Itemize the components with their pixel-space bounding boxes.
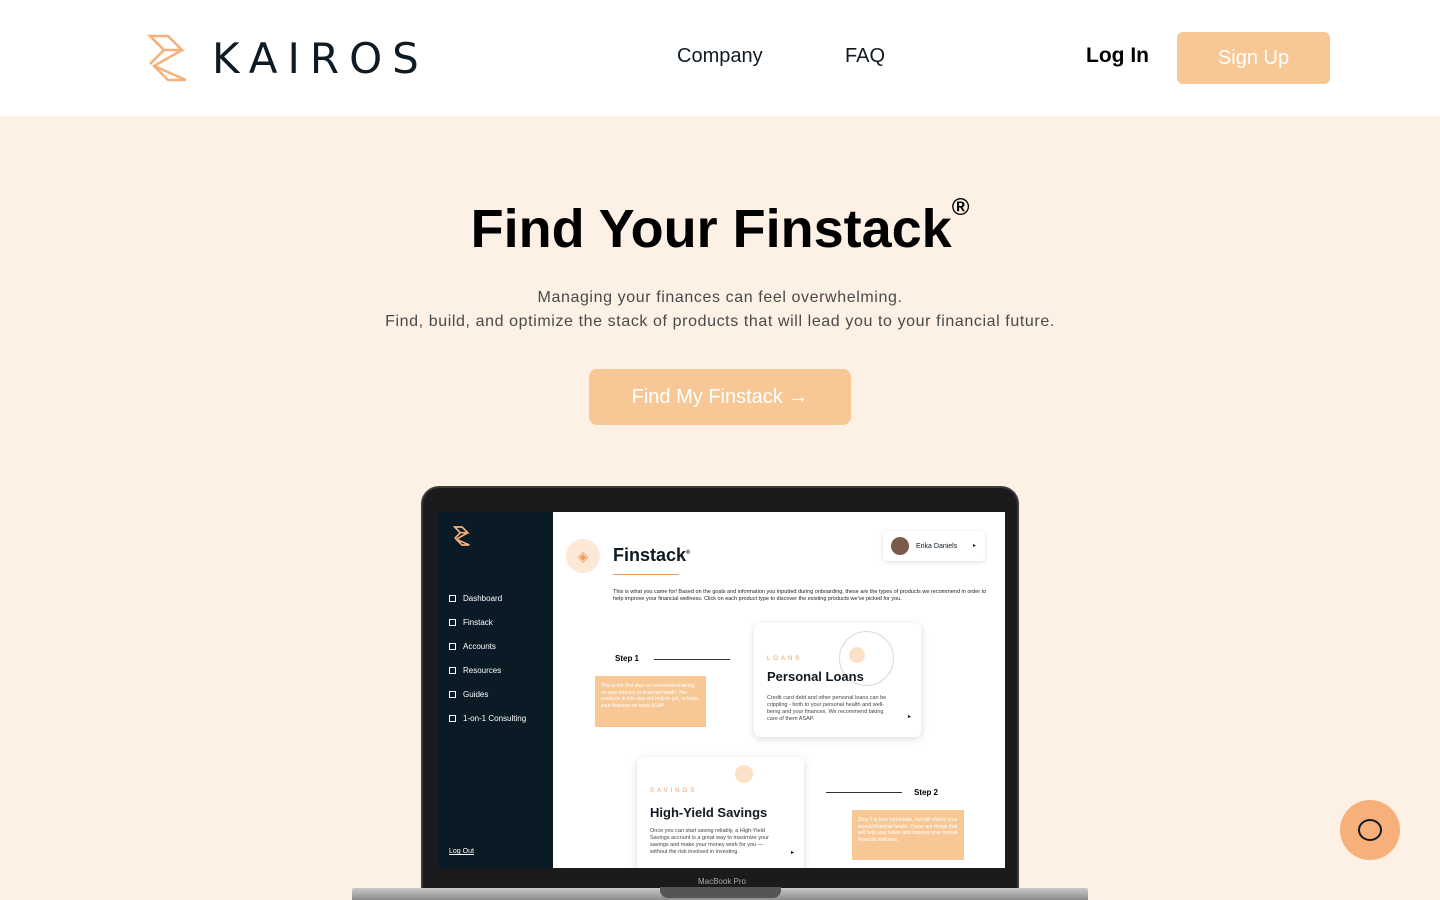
- user-menu: Erika Daniels ▸: [883, 531, 985, 561]
- caret-right-icon: ▸: [790, 850, 794, 856]
- kairos-logo[interactable]: KAIROS: [146, 32, 429, 84]
- book-icon: [449, 667, 456, 674]
- laptop-notch: [660, 887, 781, 898]
- sidebar-item-label: Resources: [463, 666, 502, 675]
- people-icon: [449, 715, 456, 722]
- card-category: LOANS: [767, 656, 803, 662]
- finstack-layers-icon: ◈: [566, 539, 600, 573]
- sidebar-item-label: Dashboard: [463, 594, 503, 603]
- sidebar-item-resources: Resources: [449, 666, 501, 675]
- device-label: MacBook Pro: [697, 877, 747, 886]
- card-body: Once you can start saving reliably, a Hi…: [650, 828, 769, 855]
- hero-subtitle-line2: Find, build, and optimize the stack of p…: [385, 313, 1055, 330]
- caret-right-icon: ▸: [907, 714, 911, 720]
- step1-line: [654, 659, 730, 660]
- sidebar-item-label: Guides: [463, 690, 489, 699]
- step2-line: [826, 792, 902, 793]
- card-title: High-Yield Savings: [650, 805, 768, 820]
- sidebar-item-dashboard: Dashboard: [449, 594, 502, 603]
- laptop-mockup: Dashboard Finstack Accounts Resources Gu…: [421, 486, 1019, 890]
- sidebar-item-label: 1-on-1 Consulting: [463, 714, 527, 723]
- sidebar-logo-icon: [452, 524, 471, 553]
- laptop-screen: Dashboard Finstack Accounts Resources Gu…: [438, 512, 1005, 868]
- app-main: ◈ Finstack® Erika Daniels ▸ This is what…: [553, 512, 1005, 868]
- user-name: Erika Daniels: [916, 542, 958, 550]
- step2-label: Step 2: [914, 788, 939, 797]
- step1-note: This is the first step we recommend taki…: [595, 676, 706, 727]
- coin-jar-illustration: [735, 765, 753, 783]
- signup-button[interactable]: Sign Up: [1177, 32, 1330, 84]
- avatar: [891, 537, 909, 555]
- site-header: KAIROS Company FAQ Log In Sign Up: [0, 0, 1440, 116]
- coin-illustration: [849, 647, 865, 663]
- find-my-finstack-button[interactable]: Find My Finstack →: [589, 369, 851, 425]
- step2-note: Step 2 is less immediate, but still vita…: [852, 810, 964, 860]
- map-icon: [449, 691, 456, 698]
- high-yield-savings-card: SAVINGS High-Yield Savings Once you can …: [637, 757, 804, 868]
- intro-text: This is what you came for! Based on the …: [613, 589, 987, 602]
- sidebar-item-finstack: Finstack: [449, 618, 493, 627]
- kairos-logo-icon: [146, 34, 187, 82]
- brand-name: KAIROS: [212, 33, 429, 83]
- title-underline: [613, 574, 679, 575]
- sidebar-item-guides: Guides: [449, 690, 488, 699]
- page-title: Finstack®: [613, 545, 690, 566]
- sidebar-item-consulting: 1-on-1 Consulting: [449, 714, 526, 723]
- card-category: SAVINGS: [650, 788, 698, 794]
- registered-mark: ®: [951, 194, 970, 221]
- accounts-icon: [449, 643, 456, 650]
- logout-link: Log Out: [449, 848, 474, 855]
- nav-faq-link[interactable]: FAQ: [845, 45, 885, 68]
- home-icon: [449, 595, 456, 602]
- card-title: Personal Loans: [767, 669, 864, 684]
- caret-right-icon: ▸: [972, 543, 976, 549]
- sidebar-item-accounts: Accounts: [449, 642, 496, 651]
- layers-icon: [449, 619, 456, 626]
- hero-title-text: Find Your Finstack: [470, 199, 952, 259]
- help-chat-button[interactable]: [1340, 800, 1400, 860]
- app-sidebar: Dashboard Finstack Accounts Resources Gu…: [438, 512, 553, 868]
- chat-bubble-icon: [1358, 819, 1382, 841]
- nav-company-link[interactable]: Company: [677, 45, 763, 68]
- step1-label: Step 1: [615, 654, 640, 663]
- personal-loans-card: LOANS Personal Loans Credit card debt an…: [754, 623, 921, 737]
- hero-subtitle-line1: Managing your finances can feel overwhel…: [537, 289, 903, 306]
- login-link[interactable]: Log In: [1086, 44, 1149, 68]
- sidebar-item-label: Accounts: [463, 642, 496, 651]
- card-body: Credit card debt and other personal loan…: [767, 695, 887, 722]
- page-title-mark: ®: [686, 550, 691, 556]
- page-title-text: Finstack: [613, 545, 687, 565]
- hero-title: Find Your Finstack®: [0, 194, 1440, 260]
- sidebar-item-label: Finstack: [463, 618, 493, 627]
